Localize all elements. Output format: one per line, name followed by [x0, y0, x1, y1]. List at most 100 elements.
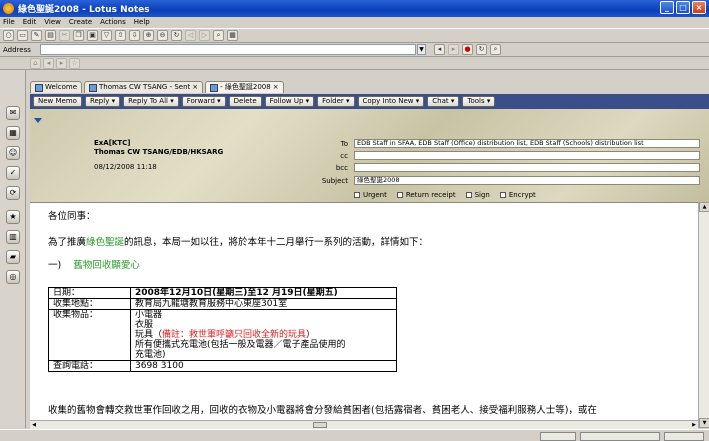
scroll-down-icon[interactable]: ▼	[699, 418, 709, 428]
subject-label: Subject	[321, 177, 348, 185]
chat-button[interactable]: Chat ▾	[427, 96, 460, 107]
previous-icon[interactable]: ◁	[185, 30, 196, 41]
menu-view[interactable]: View	[44, 17, 61, 28]
status-mail[interactable]	[664, 432, 704, 441]
copy-into-new-label: Copy Into New	[362, 97, 414, 105]
move-down-icon[interactable]: ⇩	[129, 30, 140, 41]
expand-icon[interactable]: ⊕	[143, 30, 154, 41]
checkbox-icon	[396, 192, 403, 198]
minimize-button[interactable]: _	[660, 1, 674, 14]
back-icon[interactable]: ◂	[434, 44, 445, 55]
print-icon[interactable]: ▤	[45, 30, 56, 41]
date-label: 日期：	[48, 287, 131, 299]
menu-help[interactable]: Help	[134, 17, 150, 28]
scroll-left-icon[interactable]: ◀	[30, 421, 38, 429]
delete-button[interactable]: Delete	[228, 96, 262, 107]
favorites-icon[interactable]: ★	[6, 210, 20, 224]
follow-up-button[interactable]: Follow Up ▾	[264, 96, 315, 107]
scroll-right-icon[interactable]: ▶	[690, 421, 698, 429]
scroll-up-icon[interactable]: ▲	[699, 202, 709, 212]
reply-button[interactable]: Reply ▾	[84, 96, 121, 107]
maximize-button[interactable]: □	[676, 1, 690, 14]
open-icon[interactable]: ○	[3, 30, 14, 41]
home-icon	[35, 83, 43, 92]
forward-icon[interactable]: ▸	[448, 44, 459, 55]
tools-button[interactable]: Tools ▾	[462, 96, 496, 107]
search-icon[interactable]: ⌕	[490, 44, 501, 55]
new-memo-button[interactable]: New Memo	[33, 96, 82, 107]
tab-sent[interactable]: Thomas CW TSANG - Sent ×	[84, 81, 204, 93]
tab-label: - 綠色聖誕2008	[220, 83, 271, 91]
find-icon[interactable]: ⌕	[213, 30, 224, 41]
address-bar: Address ▼ ◂ ▸ ● ↻ ⌕	[0, 43, 709, 57]
copy-icon[interactable]: ❐	[73, 30, 84, 41]
mail-icon[interactable]: ✉	[6, 106, 20, 120]
stop-icon[interactable]: ●	[462, 44, 473, 55]
web-icon[interactable]: ◎	[6, 270, 20, 284]
close-button[interactable]: ×	[692, 1, 706, 14]
paste-icon[interactable]: ▣	[87, 30, 98, 41]
new-icon[interactable]: ▭	[17, 30, 28, 41]
green-christmas-text: 綠色聖誕	[86, 237, 125, 248]
reload-icon[interactable]: ↻	[476, 44, 487, 55]
intro-text-b: 的訊息，本局一如以往，將於本年十二月舉行一系列的活動，詳情如下：	[124, 237, 429, 248]
to-field[interactable]: EDB Staff in SFAA, EDB Staff (Office) di…	[354, 139, 700, 148]
menu-file[interactable]: File	[3, 17, 15, 28]
subject-field[interactable]: 綠色聖誕2008	[354, 176, 700, 185]
menu-create[interactable]: Create	[69, 17, 92, 28]
copy-into-new-button[interactable]: Copy Into New ▾	[357, 96, 425, 107]
close-icon[interactable]: ×	[273, 82, 279, 93]
address-input[interactable]	[40, 44, 416, 55]
return-receipt-checkbox[interactable]: Return receipt	[396, 191, 456, 200]
close-icon[interactable]: ×	[192, 82, 198, 93]
forward-arrow-icon[interactable]: ▸	[56, 57, 67, 69]
tab-welcome[interactable]: Welcome	[30, 81, 83, 93]
phone-label: 查詢電話：	[48, 360, 131, 372]
urgent-checkbox[interactable]: Urgent	[354, 191, 387, 200]
sender-block: ExA[KTC] Thomas CW TSANG/EDB/HKSARG 08/1…	[94, 139, 223, 172]
collapse-icon[interactable]: ⊖	[157, 30, 168, 41]
move-up-icon[interactable]: ⇧	[115, 30, 126, 41]
reply-to-all-button[interactable]: Reply To All ▾	[123, 96, 179, 107]
bookmark-bar: ✉ ▦ ☺ ✓ ⟳ ★ ▥ ▰ ◎	[0, 70, 26, 428]
folder-button[interactable]: Folder ▾	[317, 96, 355, 107]
delivery-options: Urgent Return receipt Sign Encrypt	[354, 191, 536, 200]
bcc-field[interactable]	[354, 163, 700, 172]
forward-button[interactable]: Forward ▾	[181, 96, 226, 107]
horizontal-scrollbar[interactable]: ◀ ▶	[30, 420, 698, 429]
replicator-icon[interactable]: ⟳	[6, 186, 20, 200]
window-title: 綠色聖誕2008 - Lotus Notes	[18, 5, 150, 15]
tab-memo[interactable]: - 綠色聖誕2008 ×	[205, 81, 284, 93]
status-location[interactable]	[540, 432, 576, 441]
sign-checkbox[interactable]: Sign	[465, 191, 490, 200]
back-arrow-icon[interactable]: ◂	[43, 57, 54, 69]
folder-label: Folder	[322, 97, 344, 105]
memo-body[interactable]: 各位同事： 為了推廣綠色聖誕的訊息，本局一如以往，將於本年十二月舉行一系列的活動…	[30, 202, 698, 428]
collapse-arrow-icon[interactable]	[34, 118, 42, 123]
cc-field[interactable]	[354, 151, 700, 160]
cut-icon[interactable]: ✂	[59, 30, 70, 41]
scroll-thumb[interactable]	[313, 422, 327, 428]
vertical-scrollbar[interactable]: ▲ ▼	[698, 202, 709, 428]
todo-icon[interactable]: ✓	[6, 166, 20, 180]
encrypt-checkbox[interactable]: Encrypt	[499, 191, 536, 200]
folder-icon[interactable]: ▰	[6, 250, 20, 264]
menu-edit[interactable]: Edit	[23, 17, 37, 28]
address-label: Address	[3, 45, 31, 54]
edit-icon[interactable]: ✎	[31, 30, 42, 41]
filter-icon[interactable]: ▽	[101, 30, 112, 41]
next-icon[interactable]: ▷	[199, 30, 210, 41]
status-bar	[0, 429, 709, 441]
home-icon[interactable]: ⌂	[30, 57, 41, 69]
menu-actions[interactable]: Actions	[100, 17, 126, 28]
refresh-icon[interactable]: ↻	[171, 30, 182, 41]
status-office[interactable]	[580, 432, 660, 441]
contacts-icon[interactable]: ☺	[6, 146, 20, 160]
bookmark-icon[interactable]: ☆	[69, 57, 80, 69]
urgent-label: Urgent	[363, 191, 387, 199]
layout-icon[interactable]: ▦	[227, 30, 238, 41]
calendar-icon[interactable]: ▦	[6, 126, 20, 140]
databases-icon[interactable]: ▥	[6, 230, 20, 244]
chevron-down-icon[interactable]: ▼	[417, 44, 426, 55]
menu-bar: File Edit View Create Actions Help	[0, 17, 709, 28]
